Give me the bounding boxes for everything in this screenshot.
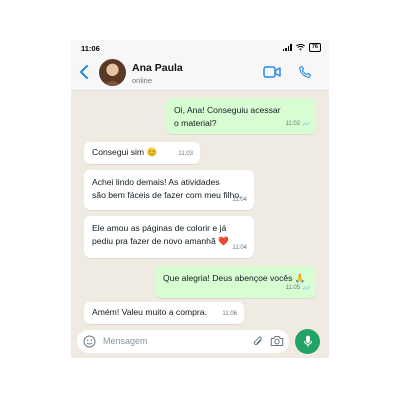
microphone-icon bbox=[303, 335, 312, 347]
status-bar: 11:06 76 bbox=[71, 40, 329, 56]
message-text: Que alegria! Deus abençoe vocês 🙏 bbox=[163, 273, 306, 283]
message-input[interactable]: Mensagem bbox=[77, 330, 289, 353]
contact-status: online bbox=[132, 76, 153, 85]
status-icons: 76 bbox=[282, 43, 321, 52]
message-time: 11:04 bbox=[232, 245, 247, 251]
message-time: 11:04 bbox=[232, 197, 247, 203]
attach-icon[interactable] bbox=[252, 335, 264, 348]
message-text: Oi, Ana! Conseguiu acessar o material? bbox=[174, 105, 281, 128]
message-bubble-outgoing[interactable]: Que alegria! Deus abençoe vocês 🙏 11:05 … bbox=[155, 266, 316, 298]
camera-icon[interactable] bbox=[270, 335, 284, 347]
status-time: 11:06 bbox=[81, 44, 100, 53]
chat-screen: 11:06 76 Ana Paula online Oi, Ana! Conse… bbox=[71, 40, 329, 358]
contact-name[interactable]: Ana Paula bbox=[132, 62, 183, 74]
signal-icon bbox=[282, 44, 292, 51]
message-bubble-outgoing[interactable]: Oi, Ana! Conseguiu acessar o material? 1… bbox=[166, 98, 316, 134]
read-ticks-icon: ✓✓ bbox=[302, 121, 311, 128]
message-bubble-incoming[interactable]: Achei lindo demais! As atividades são be… bbox=[84, 170, 254, 210]
message-time: 11:05 bbox=[285, 285, 301, 291]
voice-call-icon[interactable] bbox=[298, 65, 312, 79]
message-text: Achei lindo demais! As atividades são be… bbox=[92, 177, 242, 200]
message-input-placeholder: Mensagem bbox=[103, 336, 148, 346]
message-meta: 11:02 ✓✓ bbox=[285, 118, 311, 131]
back-arrow-icon[interactable] bbox=[79, 65, 89, 79]
message-bubble-incoming[interactable]: Amém! Valeu muito a compra. 11:06 bbox=[84, 302, 244, 324]
message-time: 11:02 bbox=[285, 121, 301, 127]
message-time: 11:06 bbox=[222, 311, 237, 317]
message-composer: Mensagem bbox=[71, 326, 329, 358]
message-time: 11:03 bbox=[178, 151, 193, 157]
message-meta: 11:04 bbox=[232, 242, 247, 255]
message-bubble-incoming[interactable]: Ele amou as páginas de colorir e já pedi… bbox=[84, 216, 254, 258]
message-text: Ele amou as páginas de colorir e já pedi… bbox=[92, 223, 229, 246]
message-meta: 11:06 bbox=[222, 308, 237, 321]
message-meta: 11:05 ✓✓ bbox=[285, 282, 311, 295]
avatar[interactable] bbox=[99, 59, 126, 86]
emoji-icon[interactable] bbox=[83, 335, 96, 348]
mic-button[interactable] bbox=[295, 329, 320, 354]
read-ticks-icon: ✓✓ bbox=[302, 285, 311, 292]
message-bubble-incoming[interactable]: Consegui sim 😊 11:03 bbox=[84, 142, 200, 164]
video-call-icon[interactable] bbox=[263, 66, 281, 78]
message-text: Consegui sim 😊 bbox=[92, 147, 158, 157]
wifi-icon bbox=[295, 44, 305, 51]
battery-icon: 76 bbox=[308, 43, 321, 52]
message-meta: 11:04 bbox=[232, 194, 247, 207]
chat-header: Ana Paula online bbox=[71, 56, 329, 91]
message-meta: 11:03 bbox=[178, 148, 193, 161]
message-text: Amém! Valeu muito a compra. bbox=[92, 307, 207, 317]
